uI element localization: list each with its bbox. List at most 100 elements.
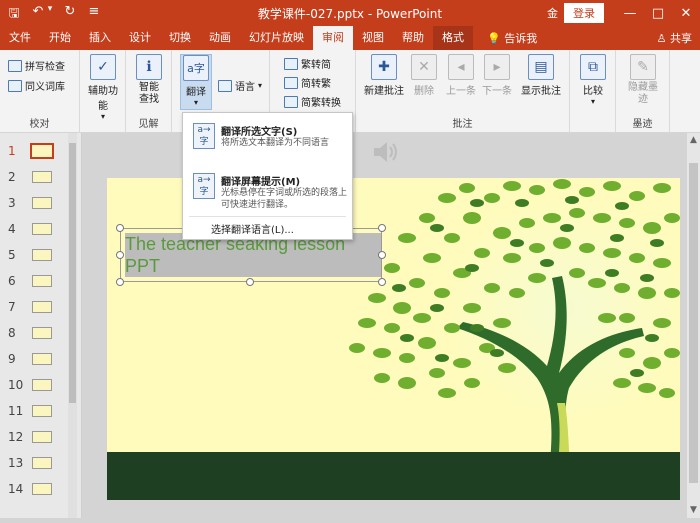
slide-thumbnail[interactable]: 9 [0,349,70,369]
language-icon [218,79,232,92]
language-button[interactable]: 语言 ▾ [218,78,262,93]
thumbnail-image [32,405,52,417]
compare-dropdown-icon: ▾ [590,97,595,106]
resize-handle[interactable] [378,224,386,232]
slide-scroll-thumb[interactable] [689,163,698,483]
choose-translation-language-item[interactable]: 选择翻译语言(L)... [211,221,294,236]
thumbnail-image [32,301,52,313]
translate-button[interactable]: a字 翻译 ▾ [180,54,212,110]
new-comment-button[interactable]: ✚ 新建批注 [362,54,406,97]
ribbon-tabs: 文件 开始 插入 设计 切换 动画 幻灯片放映 审阅 视图 帮助 格式 💡 告诉… [0,26,700,50]
slide-ground-band [107,452,680,500]
comments-group: ✚ 新建批注 ✕ 删除 ◂ 上一条 ▸ 下一条 ▤ 显示批注 批注 [356,50,570,133]
slide-thumbnail[interactable]: 14 [0,479,70,499]
compare-icon: ⧉ [580,54,606,80]
resize-handle[interactable] [116,224,124,232]
minimize-icon[interactable]: — [616,6,644,21]
next-comment-icon: ▸ [484,54,510,80]
slide-thumbnail[interactable]: 10 [0,375,70,395]
slide-thumbnail[interactable]: 8 [0,323,70,343]
thesaurus-button[interactable]: 同义词库 [8,78,65,93]
spell-check-button[interactable]: 拼写检查 [8,58,65,73]
restore-icon[interactable]: □ [644,6,672,21]
thumbnail-image [32,431,52,443]
slide-thumbnail[interactable]: 7 [0,297,70,317]
previous-comment-button[interactable]: ◂ 上一条 [444,54,478,97]
simplified-to-traditional-button[interactable]: 简转繁 [284,75,331,90]
language-dropdown-icon: ▾ [258,81,263,90]
translate-dropdown-icon: ▾ [193,98,198,107]
slide-thumbnail[interactable]: 5 [0,245,70,265]
tab-transitions[interactable]: 切换 [160,26,200,50]
slide-thumbnail[interactable]: 2 [0,167,70,187]
resize-handle[interactable] [116,278,124,286]
translate-dropdown-menu: a→字 翻译所选文字(S) 将所选文本翻译为不同语言 a→字 翻译屏幕提示(M)… [182,112,353,240]
slide-thumbnail[interactable]: 1 [0,141,70,161]
tell-me-box[interactable]: 💡 告诉我 [487,30,537,46]
resize-handle[interactable] [378,251,386,259]
tab-home[interactable]: 开始 [40,26,80,50]
ink-group: ✎ 隐藏墨迹 墨迹 [616,50,670,133]
comments-group-label: 批注 [452,119,473,130]
translate-selected-text-item[interactable]: a→字 翻译所选文字(S) 将所选文本翻译为不同语言 [183,117,352,165]
insights-group-label: 见解 [138,119,159,130]
accessibility-group: ✓ 辅助功能 ▾ [80,50,126,133]
delete-comment-button[interactable]: ✕ 删除 [408,54,440,97]
thumbnail-image [32,457,52,469]
traditional-to-simplified-button[interactable]: 繁转简 [284,56,331,71]
tab-design[interactable]: 设计 [120,26,160,50]
title-bar: 🖫 ↶ ▾ ↻ ≡ 教学课件-027.pptx - PowerPoint 金 登… [0,0,700,26]
scroll-down-icon[interactable]: ▼ [687,505,700,515]
hide-ink-button[interactable]: ✎ 隐藏墨迹 [622,54,664,106]
scroll-up-icon[interactable]: ▲ [687,135,700,145]
resize-handle[interactable] [378,278,386,286]
thumbnail-image [32,483,52,495]
thumbnail-image [32,197,52,209]
previous-comment-icon: ◂ [448,54,474,80]
thumbnail-image [32,379,52,391]
thumbnails-scroll-thumb[interactable] [69,143,76,403]
translate-screentip-item[interactable]: a→字 翻译屏幕提示(M) 光标悬停在字词或所选的段落上可快速进行翻译。 [183,167,352,215]
compare-button[interactable]: ⧉ 比较 ▾ [576,54,610,106]
share-button[interactable]: ♙ 共享 [657,30,692,46]
tab-insert[interactable]: 插入 [80,26,120,50]
accessibility-dropdown-icon: ▾ [100,112,105,121]
close-icon[interactable]: ✕ [672,6,700,21]
chinese-conversion-button[interactable]: 简繁转换 [284,94,341,109]
smart-lookup-icon: ℹ [136,54,162,80]
ink-group-label: 墨迹 [632,119,653,130]
tab-view[interactable]: 视图 [353,26,393,50]
menu-divider [189,216,346,217]
slide-scrollbar[interactable]: ▲ ▼ [687,133,700,518]
thesaurus-icon [8,79,22,92]
resize-handle[interactable] [116,251,124,259]
insights-group: ℹ 智能查找 见解 [126,50,172,133]
tab-help[interactable]: 帮助 [393,26,433,50]
thumbnail-image [32,275,52,287]
thumbnail-image [32,223,52,235]
tab-animations[interactable]: 动画 [200,26,240,50]
tab-file[interactable]: 文件 [0,26,40,50]
smart-lookup-button[interactable]: ℹ 智能查找 [130,54,168,106]
slide-thumbnail[interactable]: 4 [0,219,70,239]
slide-thumbnail[interactable]: 6 [0,271,70,291]
tab-review[interactable]: 审阅 [313,26,353,50]
accessibility-button[interactable]: ✓ 辅助功能 ▾ [84,54,122,121]
next-comment-button[interactable]: ▸ 下一条 [480,54,514,97]
audio-speaker-icon[interactable] [372,140,400,164]
slide-thumbnail[interactable]: 12 [0,427,70,447]
t2s-icon [284,57,298,70]
tab-slideshow[interactable]: 幻灯片放映 [240,26,313,50]
slide-thumbnail[interactable]: 11 [0,401,70,421]
show-comments-icon: ▤ [528,54,554,80]
thumbnails-scrollbar[interactable] [68,133,77,518]
slide-thumbnail[interactable]: 3 [0,193,70,213]
login-button[interactable]: 登录 [564,3,604,23]
delete-comment-icon: ✕ [411,54,437,80]
show-comments-button[interactable]: ▤ 显示批注 [518,54,564,97]
tab-format[interactable]: 格式 [433,26,473,50]
proofing-group: 拼写检查 同义词库 校对 [0,50,80,133]
resize-handle[interactable] [246,278,254,286]
accessibility-icon: ✓ [90,54,116,80]
slide-thumbnail[interactable]: 13 [0,453,70,473]
